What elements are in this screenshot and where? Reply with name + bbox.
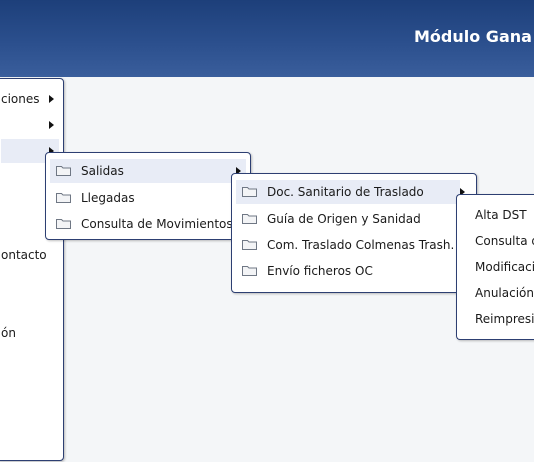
submenu-item-label: Anulación	[475, 286, 534, 300]
submenu-item-doc-sanitario[interactable]: Doc. Sanitario de Traslado	[236, 180, 460, 204]
submenu-item-label: Doc. Sanitario de Traslado	[267, 185, 424, 199]
movimientos-submenu: Salidas Llegadas Consulta de Movimientos	[45, 152, 251, 240]
main-menu-item-1[interactable]: ciones	[1, 87, 59, 111]
submenu-item-label: Guía de Origen y Sanidad	[267, 212, 421, 226]
submenu-item-consulta-movimientos[interactable]: Consulta de Movimientos	[50, 212, 246, 236]
folder-icon	[56, 219, 71, 229]
main-menu-item-4[interactable]: ontacto	[1, 243, 59, 267]
submenu-item-label: Salidas	[81, 164, 124, 178]
main-menu-item-label: ontacto	[1, 248, 47, 262]
submenu-item-label: Consulta d	[475, 234, 534, 248]
submenu-item-label: Reimpresi	[475, 312, 534, 326]
folder-icon	[242, 266, 257, 276]
main-menu-item-label: ón	[1, 326, 16, 340]
submenu-item-anulacion[interactable]: Anulación	[467, 281, 534, 305]
submenu-item-salidas[interactable]: Salidas	[50, 159, 246, 183]
doc-sanitario-submenu: Alta DST Consulta d Modificaci Anulación…	[456, 194, 534, 340]
module-title: Módulo Gana	[414, 27, 532, 46]
submenu-arrow-icon	[49, 95, 54, 103]
submenu-arrow-icon	[49, 121, 54, 129]
submenu-item-label: Modificaci	[475, 260, 534, 274]
folder-icon	[56, 193, 71, 203]
main-menu-item-label: ciones	[1, 92, 40, 106]
submenu-item-com-traslado[interactable]: Com. Traslado Colmenas Trash.	[236, 233, 472, 257]
submenu-item-alta-dst[interactable]: Alta DST	[467, 203, 534, 227]
folder-icon	[242, 214, 257, 224]
submenu-item-label: Llegadas	[81, 191, 135, 205]
submenu-item-label: Com. Traslado Colmenas Trash.	[267, 238, 455, 252]
main-menu-item-2[interactable]	[1, 113, 59, 137]
submenu-item-label: Alta DST	[475, 208, 527, 222]
main-menu-item-5[interactable]: ón	[1, 321, 59, 345]
folder-icon	[242, 240, 257, 250]
folder-icon	[242, 187, 257, 197]
submenu-item-llegadas[interactable]: Llegadas	[50, 186, 246, 210]
submenu-item-modificacion[interactable]: Modificaci	[467, 255, 534, 279]
submenu-item-guia-origen[interactable]: Guía de Origen y Sanidad	[236, 207, 472, 231]
folder-icon	[56, 166, 71, 176]
app-header: Módulo Gana	[0, 0, 534, 77]
submenu-item-consulta[interactable]: Consulta d	[467, 229, 534, 253]
submenu-item-reimpresion[interactable]: Reimpresi	[467, 307, 534, 331]
submenu-item-label: Consulta de Movimientos	[81, 217, 233, 231]
salidas-submenu: Doc. Sanitario de Traslado Guía de Orige…	[231, 173, 477, 293]
submenu-item-label: Envío ficheros OC	[267, 264, 373, 278]
main-menu: ciones ontacto ón	[0, 78, 64, 461]
submenu-item-envio-ficheros[interactable]: Envío ficheros OC	[236, 259, 472, 283]
